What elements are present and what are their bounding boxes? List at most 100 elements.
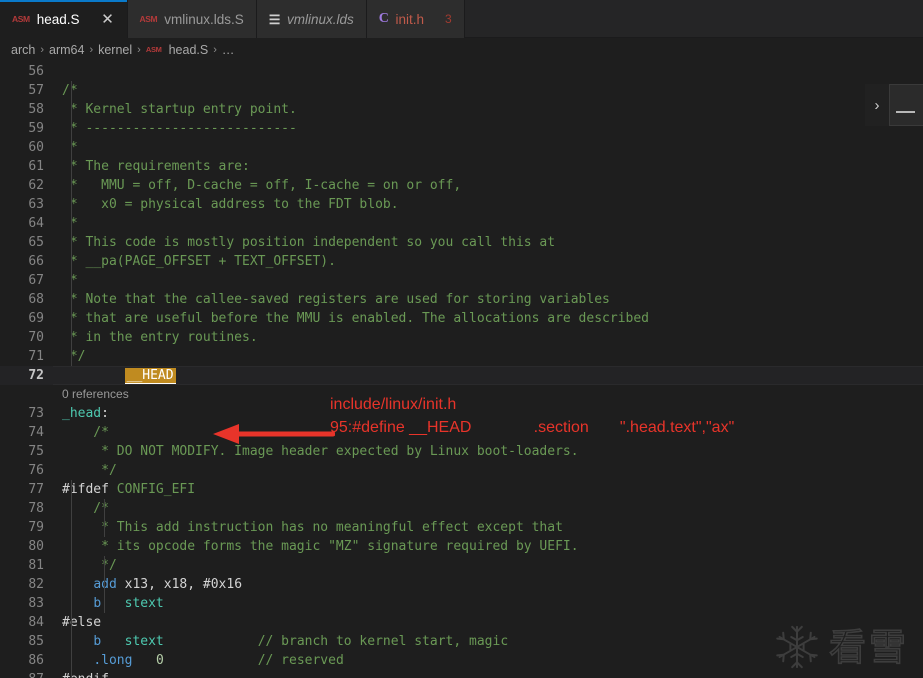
code-line[interactable]: 61 * The requirements are: [0,157,923,176]
line-number: 80 [28,539,44,554]
line-number: 81 [28,558,44,573]
codelens-references[interactable]: 0 references [0,385,923,404]
line-number: 62 [28,178,44,193]
code-line-content[interactable]: * --------------------------- [44,119,923,138]
code-line-content[interactable]: b stext // branch to kernel start, magic [44,632,923,651]
code-line-content[interactable]: /* [44,499,923,518]
code-line-content[interactable]: * [44,214,923,233]
code-line-content[interactable]: */ [44,347,923,366]
breadcrumb-item-0[interactable]: arch [11,43,35,57]
code-line-content[interactable]: * Note that the callee-saved registers a… [44,290,923,309]
code-line-content[interactable]: * in the entry routines. [44,328,923,347]
code-line[interactable]: 78 /* [0,499,923,518]
code-line[interactable]: 75 * DO NOT MODIFY. Image header expecte… [0,442,923,461]
code-line[interactable]: 57 /* [0,81,923,100]
code-token: .long [93,653,133,668]
code-line-content[interactable]: * x0 = physical address to the FDT blob. [44,195,923,214]
code-line-content[interactable]: * [44,271,923,290]
code-line[interactable]: 84 #else [0,613,923,632]
code-line[interactable]: 87 #endif [0,670,923,678]
code-line-content[interactable]: .long 0 // reserved [44,651,923,670]
line-number: 57 [28,83,44,98]
asm-file-icon: ASM [145,45,162,54]
highlighted-symbol[interactable]: __HEAD [124,368,176,385]
code-line-content[interactable]: add x13, x18, #0x16 [44,575,923,594]
code-line[interactable]: 62 * MMU = off, D-cache = off, I-cache =… [0,176,923,195]
code-lines[interactable]: 56 57/* 58 * Kernel startup entry point. 59… [0,62,923,678]
code-line-content[interactable]: * its opcode forms the magic "MZ" signat… [44,537,923,556]
code-line[interactable]: 63 * x0 = physical address to the FDT bl… [0,195,923,214]
code-line[interactable]: 86 .long 0 // reserved [0,651,923,670]
code-line[interactable]: 79 * This add instruction has no meaning… [0,518,923,537]
code-line[interactable]: 71 */ [0,347,923,366]
breadcrumb-item-2[interactable]: kernel [98,43,132,57]
line-number: 78 [28,501,44,516]
code-line[interactable]: 77 #ifdef CONFIG_EFI [0,480,923,499]
code-line[interactable]: 81 */ [0,556,923,575]
code-token: // reserved [257,653,344,668]
editor-tab-vmlinux-lds-s[interactable]: ASM vmlinux.lds.S [127,0,257,38]
code-line-content[interactable]: * [44,138,923,157]
breadcrumb-item-4[interactable]: … [222,43,235,57]
indent-guide [104,499,105,537]
code-line-content[interactable]: * DO NOT MODIFY. Image header expected b… [44,442,923,461]
code-line-content[interactable]: #ifdef CONFIG_EFI [44,480,923,499]
code-line[interactable]: 74 /* [0,423,923,442]
line-number: 83 [28,596,44,611]
code-line[interactable]: 66 * __pa(PAGE_OFFSET + TEXT_OFFSET). [0,252,923,271]
editor-tab-vmlinux-lds[interactable]: ☰ vmlinux.lds [256,0,367,38]
editor-scrollbar[interactable] [915,62,923,678]
code-line-content[interactable]: __HEAD [44,366,923,385]
line-number: 73 [28,406,44,421]
code-line-content[interactable]: #else [44,613,923,632]
code-line-content[interactable]: */ [44,556,923,575]
line-number: 58 [28,102,44,117]
code-line-content[interactable]: * MMU = off, D-cache = off, I-cache = on… [44,176,923,195]
tab-bar-empty-space [464,0,923,37]
code-line[interactable]: 67 * [0,271,923,290]
code-line-content[interactable]: /* [44,423,923,442]
c-file-icon: C [378,11,389,26]
code-line-content[interactable]: /* [44,81,923,100]
code-line[interactable]: 72 __HEAD [0,366,923,385]
code-line-content[interactable]: b stext [44,594,923,613]
code-line[interactable]: 69 * that are useful before the MMU is e… [0,309,923,328]
code-line[interactable]: 80 * its opcode forms the magic "MZ" sig… [0,537,923,556]
code-line-content[interactable]: * that are useful before the MMU is enab… [44,309,923,328]
code-token: // branch to kernel start, magic [257,634,509,649]
code-line[interactable]: 85 b stext // branch to kernel start, ma… [0,632,923,651]
breadcrumb-item-3[interactable]: head.S [169,43,209,57]
code-line-content[interactable]: _head: [44,404,923,423]
code-line[interactable]: 68 * Note that the callee-saved register… [0,290,923,309]
line-number: 68 [28,292,44,307]
code-line[interactable]: 65 * This code is mostly position indepe… [0,233,923,252]
code-line-content[interactable]: * The requirements are: [44,157,923,176]
code-line-content[interactable]: */ [44,461,923,480]
line-number: 77 [28,482,44,497]
editor-tab-label: init.h [395,11,425,27]
code-line-content[interactable]: * __pa(PAGE_OFFSET + TEXT_OFFSET). [44,252,923,271]
chevron-right-icon[interactable]: › [865,84,889,126]
code-line[interactable]: 56 [0,62,923,81]
editor-tab-init-h[interactable]: Cinit.h 3 [366,0,465,38]
code-line-content[interactable]: * This code is mostly position independe… [44,233,923,252]
editor-tab-head-s[interactable]: ASM head.S ✕ [0,0,128,38]
code-line[interactable]: 70 * in the entry routines. [0,328,923,347]
code-line[interactable]: 58 * Kernel startup entry point. [0,100,923,119]
code-token: : [101,406,109,421]
code-line[interactable]: 83 b stext [0,594,923,613]
breadcrumb-item-1[interactable]: arm64 [49,43,84,57]
code-line-content[interactable]: * Kernel startup entry point. [44,100,923,119]
code-editor[interactable]: 56 57/* 58 * Kernel startup entry point. 59… [0,62,923,678]
code-line[interactable]: 82 add x13, x18, #0x16 [0,575,923,594]
code-line[interactable]: 59 * --------------------------- [0,119,923,138]
tab-close-icon[interactable]: ✕ [101,12,115,27]
code-line[interactable]: 60 * [0,138,923,157]
code-line-content[interactable]: #endif [44,670,923,678]
code-line[interactable]: 76 */ [0,461,923,480]
code-line[interactable]: 73 _head: [0,404,923,423]
code-line[interactable]: 64 * [0,214,923,233]
code-line-content[interactable]: * This add instruction has no meaningful… [44,518,923,537]
